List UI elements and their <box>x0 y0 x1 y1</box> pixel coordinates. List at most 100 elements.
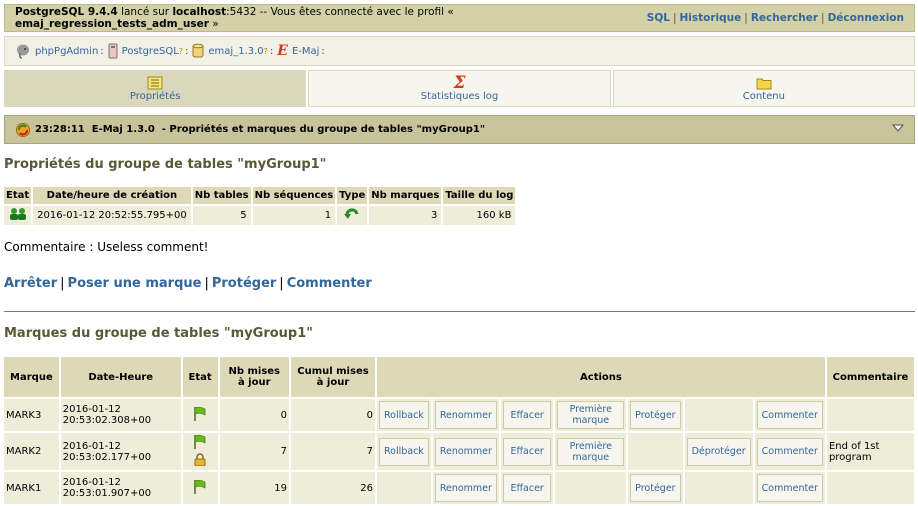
refresh-icon[interactable] <box>15 122 31 138</box>
action-cell: Protéger <box>628 472 683 504</box>
header-text: - Propriétés et marques du groupe de tab… <box>161 124 486 135</box>
tab-content[interactable]: Contenu <box>612 70 915 107</box>
logout-link[interactable]: Déconnexion <box>828 12 904 24</box>
action-cell: Commenter <box>754 433 825 470</box>
cumulative-updates: 26 <box>290 472 375 504</box>
stop-link[interactable]: Arrêter <box>4 276 57 291</box>
search-link[interactable]: Rechercher <box>751 12 818 24</box>
mark-name: MARK1 <box>4 472 59 504</box>
history-link[interactable]: Historique <box>680 12 742 24</box>
mark-datetime: 2016-01-12 20:53:02.308+00 <box>60 399 181 431</box>
column-header: Type <box>337 187 368 204</box>
comment-button[interactable]: Commenter <box>756 474 823 502</box>
rename-button[interactable]: Renommer <box>434 437 497 466</box>
comment-button[interactable]: Commenter <box>756 437 823 466</box>
nb-sequences: 1 <box>252 206 336 225</box>
tab-label: Statistiques log <box>420 91 499 102</box>
properties-title: Propriétés du groupe de tables "myGroup1… <box>4 157 327 172</box>
set-mark-link[interactable]: Poser une marque <box>68 276 202 291</box>
breadcrumb-label[interactable]: phpPgAdmin <box>35 46 98 57</box>
table-row: 2016-01-12 20:52:55.795+00 5 1 3 160 kB <box>4 206 516 225</box>
server-info: PostgreSQL 9.4.4 lancé sur localhost:543… <box>15 6 647 30</box>
cumulative-updates: 7 <box>290 433 375 470</box>
rollback-button[interactable]: Rollback <box>378 401 429 429</box>
column-header: Etat <box>4 187 32 204</box>
delete-button[interactable]: Effacer <box>502 437 552 466</box>
breadcrumb-label[interactable]: emaj_1.3.0 <box>208 46 263 57</box>
mark-datetime: 2016-01-12 20:53:02.177+00 <box>60 433 181 470</box>
mark-state <box>182 472 218 504</box>
column-header: Commentaire <box>826 357 914 397</box>
delete-button[interactable]: Effacer <box>502 474 552 502</box>
breadcrumb-label[interactable]: E-Maj <box>292 46 319 57</box>
sql-link[interactable]: SQL <box>647 12 670 24</box>
column-header: Date-Heure <box>60 357 181 397</box>
nb-updates: 19 <box>219 472 289 504</box>
column-header: Nb mises à jour <box>219 357 289 397</box>
column-header: Date/heure de création <box>33 187 191 204</box>
delete-button[interactable]: Effacer <box>502 401 552 429</box>
unprotect-button[interactable]: Déprotéger <box>686 437 751 466</box>
column-header: Marque <box>4 357 59 397</box>
mark-time: 20:53:02.308+00 <box>62 415 152 426</box>
column-header: Cumul mises à jour <box>290 357 375 397</box>
marks-table: Marque Date-Heure Etat Nb mises à jour C… <box>2 355 916 506</box>
tab-log-stats[interactable]: Σ Statistiques log <box>308 70 611 107</box>
empty-action-cell <box>376 472 431 504</box>
help-marker[interactable]: ? <box>179 47 183 56</box>
tab-bar: Propriétés Σ Statistiques log Contenu <box>4 70 915 107</box>
empty-action-cell <box>555 472 627 504</box>
column-header: Nb séquences <box>252 187 336 204</box>
server-host: localhost <box>172 6 227 18</box>
nb-marks: 3 <box>369 206 442 225</box>
rename-button[interactable]: Renommer <box>434 474 497 502</box>
action-cell: Effacer <box>500 472 554 504</box>
server-port-text: :5432 -- Vous êtes connecté avec le prof… <box>226 6 454 18</box>
rollback-button[interactable]: Rollback <box>378 437 429 466</box>
flag-icon <box>194 434 206 449</box>
comment-button[interactable]: Commenter <box>756 401 823 429</box>
action-cell: Commenter <box>754 472 825 504</box>
breadcrumb-phppgadmin[interactable]: phpPgAdmin: <box>15 43 104 59</box>
mark-date: 2016-01-12 <box>62 477 121 488</box>
comment-link[interactable]: Commenter <box>287 276 372 291</box>
server-suffix: » <box>208 18 219 30</box>
logging-state-icon <box>9 208 26 220</box>
first-mark-button[interactable]: Première marque <box>557 437 625 466</box>
group-actions: Arrêter | Poser une marque | Protéger | Commen… <box>4 276 372 291</box>
breadcrumb-postgresql[interactable]: PostgreSQL?: <box>108 43 188 59</box>
nb-updates: 0 <box>219 399 289 431</box>
breadcrumb-emaj[interactable]: E E-Maj: <box>277 43 325 59</box>
header-time: 23:28:11 <box>35 124 85 135</box>
empty-action-cell <box>684 472 753 504</box>
protect-button[interactable]: Protéger <box>630 401 681 429</box>
creation-date: 2016-01-12 20:52:55.795+00 <box>33 206 191 225</box>
empty-action-cell <box>684 399 753 431</box>
mark-comment: End of 1st program <box>826 433 914 470</box>
action-cell: Commenter <box>754 399 825 431</box>
folder-icon <box>756 78 772 89</box>
mark-time: 20:53:01.907+00 <box>62 488 152 499</box>
mark-date: 2016-01-12 <box>62 440 121 452</box>
mark-state <box>182 399 218 431</box>
protect-button[interactable]: Protéger <box>630 474 681 502</box>
group-comment: Commentaire : Useless comment! <box>4 240 209 254</box>
action-cell: Rollback <box>376 433 431 470</box>
chevron-down-icon[interactable] <box>892 124 904 133</box>
rename-button[interactable]: Renommer <box>434 401 497 429</box>
help-marker[interactable]: ? <box>264 47 268 56</box>
protect-link[interactable]: Protéger <box>212 276 276 291</box>
tab-label: Propriétés <box>129 91 181 102</box>
emaj-icon: E <box>277 43 288 59</box>
table-row: MARK3 2016-01-12 20:53:02.308+00 0 0 Rollback… <box>4 399 914 431</box>
action-cell: Première marque <box>555 433 627 470</box>
database-icon <box>192 43 204 58</box>
breadcrumb-label[interactable]: PostgreSQL <box>122 46 179 57</box>
lock-icon <box>194 453 206 467</box>
flag-icon <box>194 479 206 494</box>
first-mark-button[interactable]: Première marque <box>557 401 625 429</box>
tab-properties[interactable]: Propriétés <box>4 70 307 107</box>
breadcrumb-database[interactable]: emaj_1.3.0?: <box>192 43 273 59</box>
properties-icon <box>147 76 163 90</box>
top-bar: PostgreSQL 9.4.4 lancé sur localhost:543… <box>4 4 915 32</box>
